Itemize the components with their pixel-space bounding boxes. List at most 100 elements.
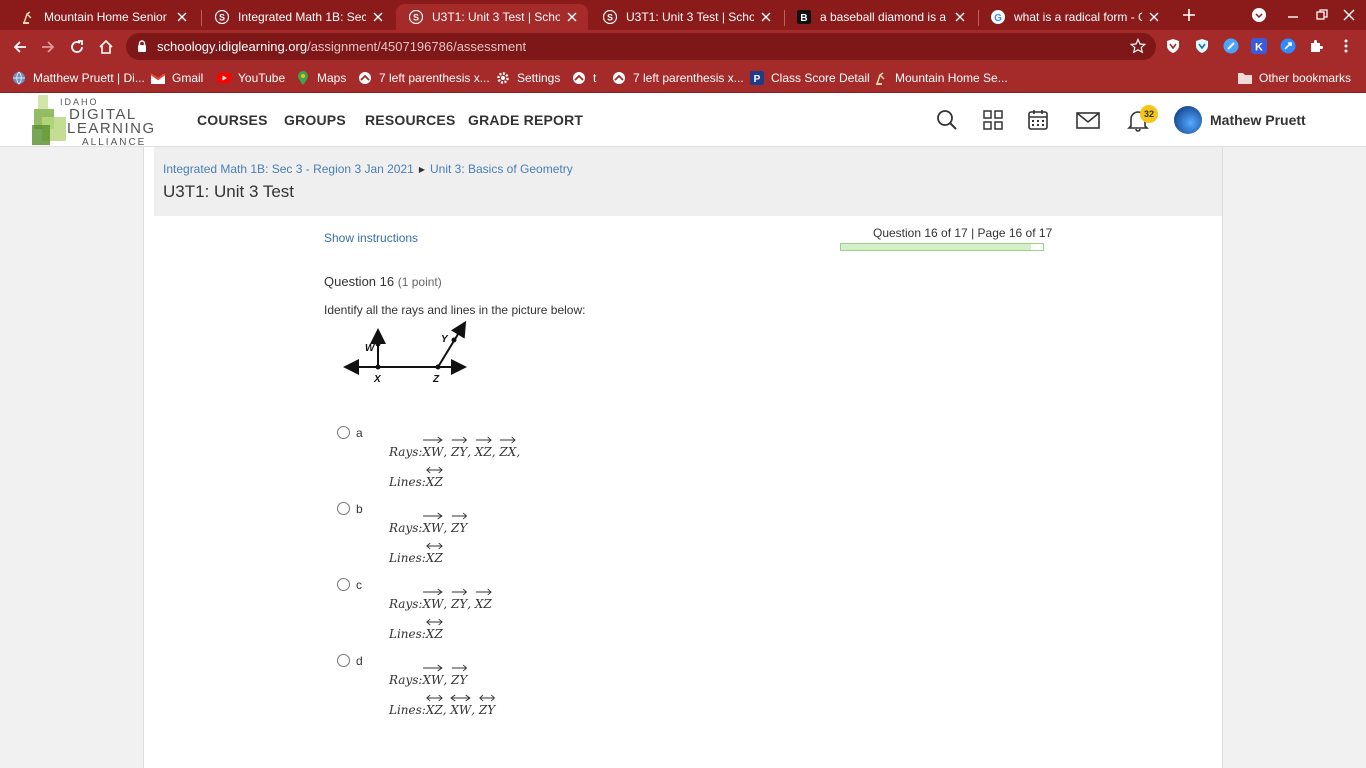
- close-icon[interactable]: [174, 9, 190, 25]
- avatar[interactable]: [1174, 106, 1202, 134]
- segment-name: XW: [422, 445, 444, 459]
- bookmark-item[interactable]: Settings: [496, 68, 560, 88]
- right-arrow-icon: [475, 588, 492, 596]
- geometry-figure: W X Y Z: [343, 320, 467, 385]
- segment-name: XW: [450, 703, 472, 717]
- rays-label: Rays:: [389, 673, 423, 687]
- web-icon: [612, 71, 626, 85]
- close-window-icon[interactable]: [1338, 4, 1360, 26]
- lines-label: Lines:: [389, 627, 426, 641]
- home-icon[interactable]: [94, 35, 118, 59]
- folder-icon: [1238, 71, 1252, 85]
- close-icon[interactable]: [564, 9, 580, 25]
- lamp-icon: [874, 71, 888, 85]
- segment-name: XW: [422, 597, 444, 611]
- idla-logo[interactable]: IDAHO DIGITAL LEARNING ALLIANCE: [32, 95, 180, 148]
- question-prompt: Identify all the rays and lines in the p…: [324, 303, 586, 317]
- gmail-icon: [151, 71, 165, 85]
- tab-3-active[interactable]: S U3T1: Unit 3 Test | Schoology: [396, 4, 588, 30]
- right-arrow-icon: [423, 588, 444, 596]
- tab-6[interactable]: G what is a radical form - Goo: [978, 4, 1170, 30]
- back-icon[interactable]: [8, 35, 32, 59]
- bookmark-label: 7 left parenthesis x...: [379, 71, 490, 85]
- mail-icon[interactable]: [1075, 107, 1101, 133]
- shield-extension-icon-2[interactable]: [1194, 38, 1210, 54]
- cursor-extension-icon[interactable]: [1280, 38, 1296, 54]
- tab-1[interactable]: Mountain Home Senior High: [8, 4, 198, 30]
- tab-2[interactable]: S Integrated Math 1B: Sec 3 - R: [202, 4, 394, 30]
- close-icon[interactable]: [952, 9, 968, 25]
- puzzle-extensions-icon[interactable]: [1308, 38, 1324, 54]
- lines-expression: Lines:XZ: [389, 466, 443, 489]
- choice-radio-d[interactable]: [337, 654, 350, 667]
- segment-name: XZ: [425, 475, 443, 489]
- minimize-icon[interactable]: [1282, 4, 1304, 26]
- rays-label: Rays:: [389, 445, 423, 459]
- ray-symbol: ZX: [499, 436, 516, 459]
- ray-symbol: XW: [422, 664, 443, 687]
- kebab-menu-icon[interactable]: [1338, 38, 1354, 54]
- bookmark-item[interactable]: YouTube: [217, 68, 285, 88]
- k-extension-icon[interactable]: K: [1251, 38, 1267, 54]
- bookmarks-bar: Matthew Pruett | Di... Gmail YouTube Map…: [0, 63, 1366, 93]
- double-arrow-icon: [479, 694, 496, 702]
- choice-radio-b[interactable]: [337, 502, 350, 515]
- nav-resources[interactable]: RESOURCES: [365, 112, 455, 128]
- segment-name: XZ: [474, 597, 492, 611]
- restore-icon[interactable]: [1311, 4, 1333, 26]
- choice-radio-c[interactable]: [337, 578, 350, 591]
- show-instructions-link[interactable]: Show instructions: [324, 231, 418, 245]
- page-content: Integrated Math 1B: Sec 3 - Region 3 Jan…: [143, 147, 1223, 768]
- choice-radio-a[interactable]: [337, 426, 350, 439]
- bookmark-label: Maps: [317, 71, 347, 85]
- new-tab-icon[interactable]: [1178, 4, 1200, 26]
- nav-courses[interactable]: COURSES: [197, 112, 268, 128]
- close-icon[interactable]: [758, 9, 774, 25]
- breadcrumb-unit[interactable]: Unit 3: Basics of Geometry: [430, 162, 573, 176]
- choice-letter-d[interactable]: d: [356, 654, 363, 668]
- shield-extension-icon[interactable]: [1165, 38, 1181, 54]
- user-name[interactable]: Mathew Pruett: [1210, 112, 1306, 128]
- bookmark-item[interactable]: Matthew Pruett | Di...: [12, 68, 145, 88]
- address-bar[interactable]: schoology.idiglearning.org/assignment/45…: [126, 33, 1156, 60]
- segment-name: ZY: [450, 597, 468, 611]
- nav-groups[interactable]: GROUPS: [284, 112, 346, 128]
- bookmark-item[interactable]: Gmail: [151, 68, 203, 88]
- choice-letter-c[interactable]: c: [356, 578, 362, 592]
- bookmark-item[interactable]: 7 left parenthesis x...: [612, 68, 744, 88]
- bookmark-item[interactable]: Mountain Home Se...: [874, 68, 1008, 88]
- search-icon[interactable]: [934, 107, 960, 133]
- notification-badge[interactable]: 32: [1140, 105, 1158, 123]
- nav-grade-report[interactable]: GRADE REPORT: [468, 112, 583, 128]
- close-icon[interactable]: [370, 9, 386, 25]
- right-arrow-icon: [423, 512, 444, 520]
- tab-5[interactable]: B a baseball diamond is a squ: [784, 4, 976, 30]
- bookmark-item[interactable]: t: [572, 68, 596, 88]
- bookmark-item[interactable]: P Class Score Detail: [750, 68, 870, 88]
- p-icon: P: [750, 71, 764, 85]
- bookmark-item[interactable]: 7 left parenthesis x...: [358, 68, 490, 88]
- apps-grid-icon[interactable]: [980, 107, 1006, 133]
- label-z: Z: [432, 374, 440, 385]
- other-bookmarks[interactable]: Other bookmarks: [1238, 68, 1351, 88]
- choice-letter-a[interactable]: a: [356, 426, 363, 440]
- ray-symbol: ZY: [450, 588, 468, 611]
- segment-name: ZY: [450, 521, 468, 535]
- progress-bar-fill: [841, 244, 1031, 250]
- forward-icon[interactable]: [36, 35, 60, 59]
- bookmark-star-icon[interactable]: [1130, 38, 1146, 54]
- svg-text:G: G: [994, 13, 1002, 24]
- ray-symbol: XZ: [474, 588, 492, 611]
- choice-letter-b[interactable]: b: [356, 502, 363, 516]
- breadcrumb-course[interactable]: Integrated Math 1B: Sec 3 - Region 3 Jan…: [163, 162, 414, 176]
- gear-icon: [496, 71, 510, 85]
- tab-search-icon[interactable]: [1248, 4, 1270, 26]
- bookmark-item[interactable]: Maps: [296, 68, 346, 88]
- right-arrow-icon: [451, 664, 468, 672]
- reload-icon[interactable]: [65, 35, 89, 59]
- calendar-icon[interactable]: [1025, 107, 1051, 133]
- tab-4[interactable]: S U3T1: Unit 3 Test | Schoology: [590, 4, 782, 30]
- close-icon[interactable]: [1146, 9, 1162, 25]
- right-arrow-icon: [423, 436, 444, 444]
- pen-extension-icon[interactable]: [1223, 38, 1239, 54]
